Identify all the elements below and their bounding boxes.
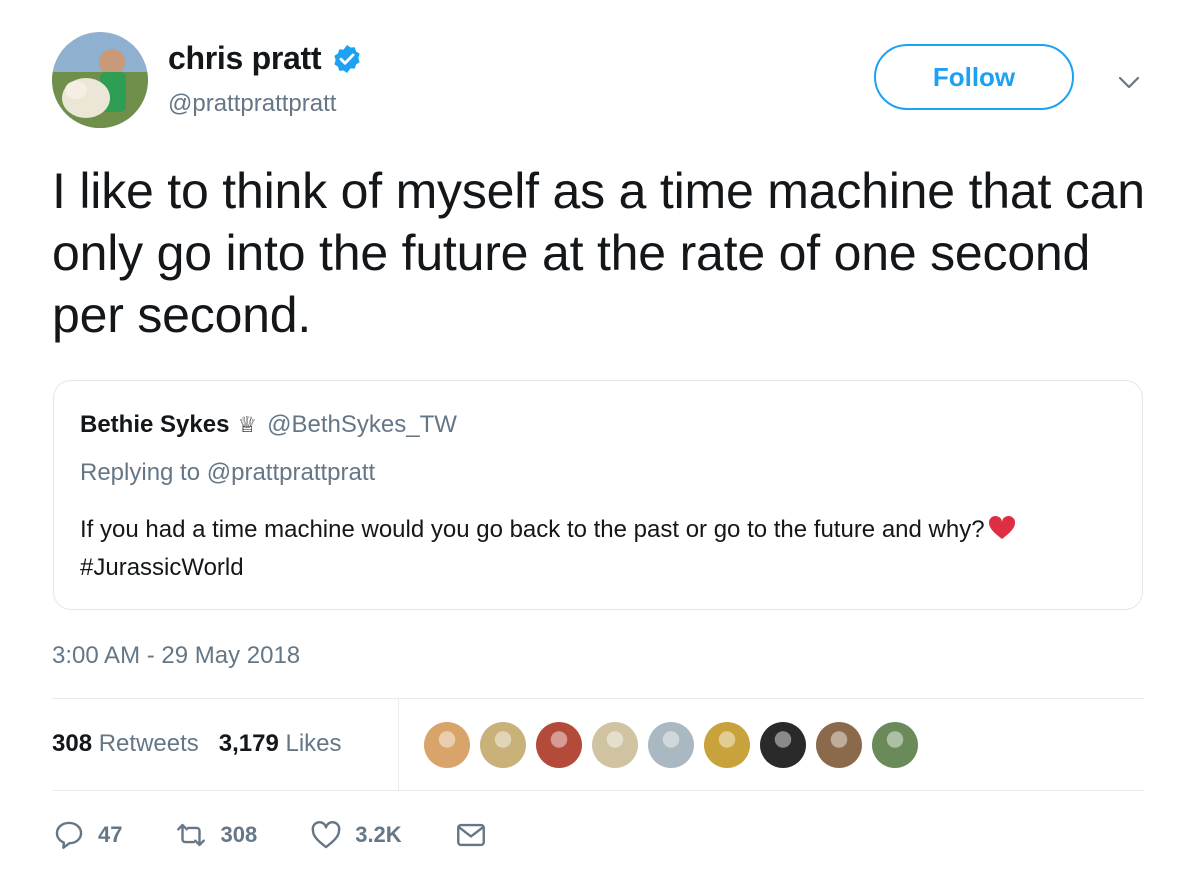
retweet-icon [177,823,206,847]
retweet-count: 308 [220,822,258,847]
like-button[interactable]: 3.2K [309,818,402,852]
crown-icon: ♕ [237,412,258,437]
quoted-tweet-header: Bethie Sykes ♕ @BethSykes_TW [80,411,457,439]
liker-avatar[interactable] [760,722,806,768]
tweet-stats: 308 Retweets 3,179 Likes [52,730,362,758]
heart-icon [311,821,341,849]
like-count: 3.2K [355,822,402,847]
replying-to-handle: @prattprattpratt [206,459,376,486]
tweet-text: I like to think of myself as a time mach… [52,163,1145,343]
red-heart-emoji-icon [988,515,1015,539]
author-display-name[interactable]: chris pratt [168,40,321,77]
divider [52,790,1144,791]
divider [52,698,1144,699]
envelope-icon [456,823,485,847]
author-handle[interactable]: @prattprattpratt [168,90,336,118]
hashtag-link[interactable]: #JurassicWorld [80,554,244,581]
liker-avatars [424,722,928,768]
quoted-tweet[interactable]: Bethie Sykes ♕ @BethSykes_TW Replying to… [53,380,1143,610]
retweets-stat[interactable]: 308 Retweets [52,730,199,758]
quoted-tweet-text: If you had a time machine would you go b… [80,511,1120,587]
follow-button[interactable]: Follow [874,44,1074,110]
stats-divider [398,699,399,790]
liker-avatar[interactable] [536,722,582,768]
quoted-text-body: If you had a time machine would you go b… [80,516,985,543]
likes-label: Likes [285,730,342,757]
liker-avatar[interactable] [816,722,862,768]
liker-avatar[interactable] [648,722,694,768]
chevron-down-icon[interactable] [1116,72,1142,92]
reply-icon [55,821,83,849]
tweet-timestamp[interactable]: 3:00 AM - 29 May 2018 [52,642,300,670]
liker-avatar[interactable] [424,722,470,768]
liker-avatar[interactable] [704,722,750,768]
liker-avatar[interactable] [480,722,526,768]
likes-count: 3,179 [218,730,279,757]
tweet-card: chris pratt @prattprattpratt Follow I li… [0,0,1200,886]
author-avatar[interactable] [52,32,148,128]
retweets-label: Retweets [98,730,199,757]
reply-count: 47 [98,822,123,847]
verified-badge-icon [334,44,360,73]
author-name-row: chris pratt [168,40,363,77]
liker-avatar[interactable] [592,722,638,768]
replying-to-line: Replying to @prattprattpratt [80,459,375,487]
replying-prefix: Replying to [80,459,201,486]
direct-message-button[interactable] [454,818,488,852]
reply-button[interactable]: 47 [52,818,122,852]
quoted-author-handle: @BethSykes_TW [267,411,457,438]
likes-stat[interactable]: 3,179 Likes [219,730,342,758]
retweet-button[interactable]: 308 [174,818,257,852]
liker-avatar[interactable] [872,722,918,768]
retweets-count: 308 [52,730,93,757]
tweet-actions: 47 308 3.2K [52,818,540,852]
quoted-author-name: Bethie Sykes [80,411,230,438]
